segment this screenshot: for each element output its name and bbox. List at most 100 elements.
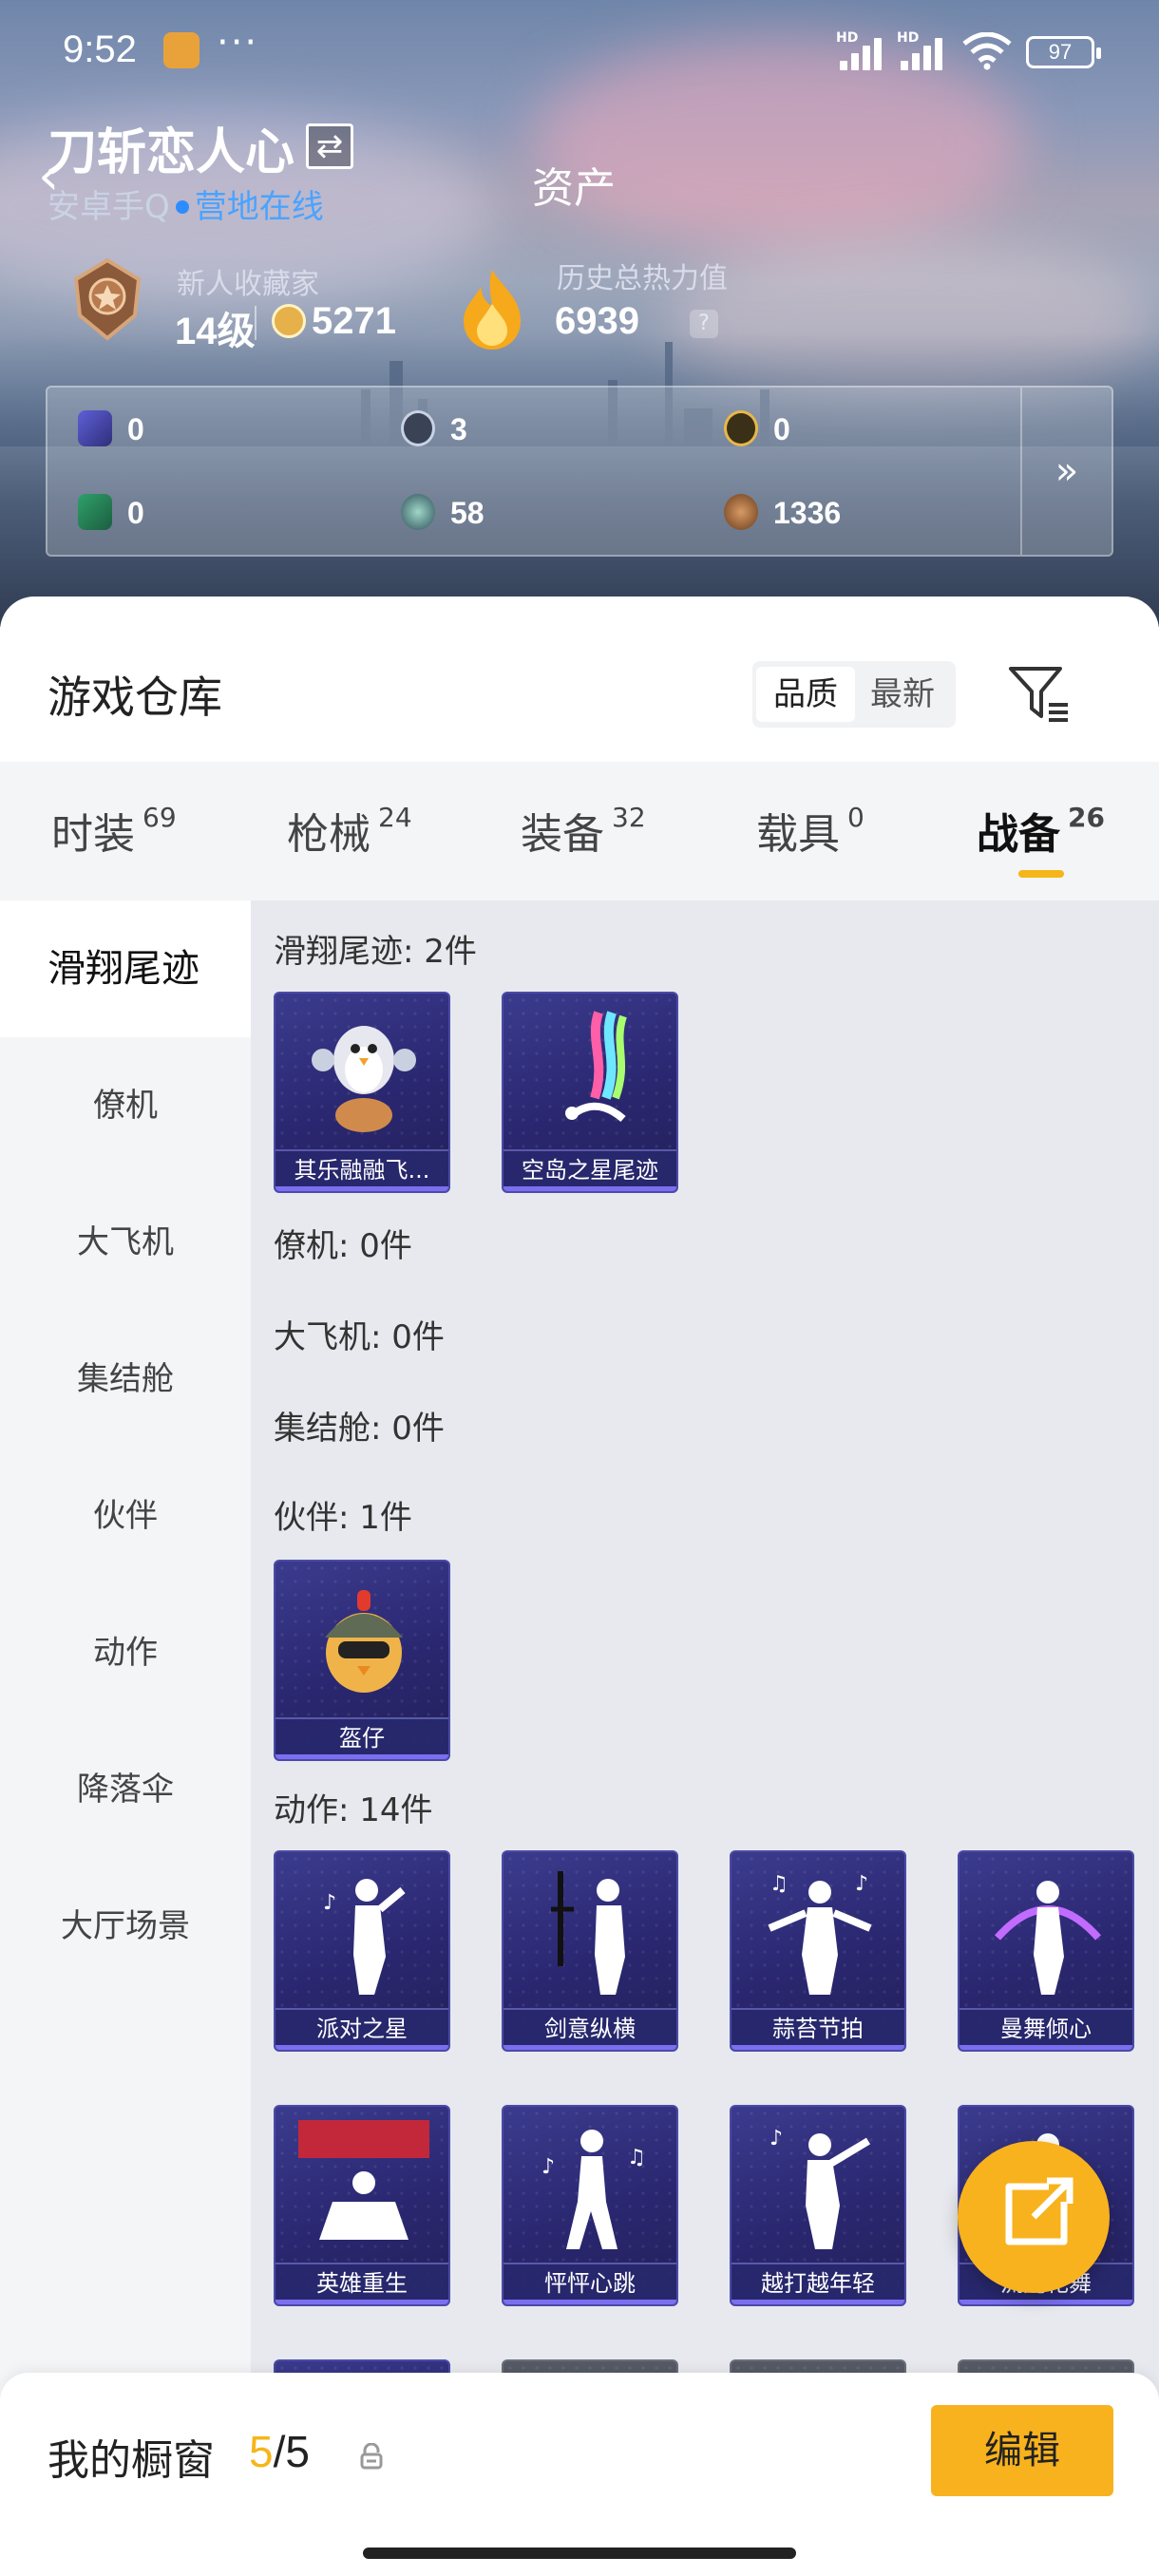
rank-title: 新人收藏家	[177, 268, 319, 301]
tab-battle-prep[interactable]: 战备 26	[977, 800, 1105, 861]
tab-firearms[interactable]: 枪械 24	[287, 800, 412, 861]
wifi-icon	[962, 32, 1012, 70]
page-title: 资产	[532, 164, 616, 213]
player-name: 刀斩恋人心	[48, 124, 295, 181]
item-card[interactable]: 空岛之星尾迹	[502, 992, 678, 1193]
sort-toggle: 品质 最新	[752, 661, 956, 728]
tab-count: 26	[1068, 802, 1105, 833]
active-tab-indicator	[1018, 870, 1064, 878]
tab-count: 69	[142, 802, 177, 833]
helmet-chick-art	[325, 1590, 403, 1693]
sidebar-item-parachute[interactable]: 降落伞	[0, 1721, 251, 1858]
tab-fashion[interactable]: 时装 69	[51, 800, 177, 861]
emote-silhouette-art: ♫ ♪	[768, 1872, 872, 1995]
emote-silhouette-art: ♪	[323, 1879, 406, 1995]
expand-currencies-icon[interactable]: »	[1020, 388, 1112, 555]
battery-indicator: 97	[1026, 36, 1101, 68]
emote-silhouette-art	[298, 2120, 429, 2240]
showcase-count-current: 5	[249, 2427, 274, 2476]
item-card[interactable]: 剑意纵横	[502, 1850, 678, 2052]
sidebar-item-assembly-pod[interactable]: 集结舱	[0, 1311, 251, 1448]
showcase-count: 5/5	[249, 2426, 310, 2477]
home-indicator[interactable]	[363, 2548, 796, 2559]
tab-label: 枪械	[287, 810, 370, 859]
item-name: 剑意纵横	[504, 2008, 676, 2050]
item-card[interactable]: 曼舞倾心	[958, 1850, 1134, 2052]
section-title: 动作: 14件	[274, 1791, 433, 1829]
sidebar-item-lobby-scene[interactable]: 大厅场景	[0, 1858, 251, 1995]
svg-text:♫: ♫	[770, 1872, 788, 1896]
platform-label: 安卓手Q	[48, 188, 170, 226]
player-level: 14级	[175, 311, 256, 352]
more-notifications-icon: ···	[217, 21, 259, 65]
collection-coin-icon	[272, 304, 306, 338]
tab-equipment[interactable]: 装备 32	[521, 800, 646, 861]
sort-by-newest-button[interactable]: 最新	[853, 667, 952, 722]
sort-by-quality-button[interactable]: 品质	[756, 667, 855, 722]
heat-flame-icon	[464, 270, 521, 350]
section-title: 大飞机: 0件	[274, 1318, 445, 1356]
item-card[interactable]: 其乐融融飞...	[274, 992, 450, 1193]
svg-text:♪: ♪	[542, 2155, 555, 2179]
subcategory-sidebar: 滑翔尾迹 僚机 大飞机 集结舱 伙伴 动作 降落伞 大厅场景	[0, 900, 251, 2411]
item-card[interactable]: ♪ 派对之星	[274, 1850, 450, 2052]
sidebar-item-glide-trail[interactable]: 滑翔尾迹	[0, 900, 251, 1037]
tab-label: 时装	[51, 810, 135, 859]
item-name: 英雄重生	[276, 2263, 448, 2304]
sidebar-item-plane[interactable]: 大飞机	[0, 1174, 251, 1311]
heat-label: 历史总热力值	[557, 262, 728, 295]
item-name: 蒜苔节拍	[732, 2008, 904, 2050]
emote-silhouette-art	[551, 1871, 625, 1995]
item-card[interactable]: ♪ 越打越年轻	[730, 2105, 906, 2306]
item-card[interactable]: 盔仔	[274, 1560, 450, 1761]
signal-icon	[901, 32, 958, 70]
item-name: 派对之星	[276, 2008, 448, 2050]
item-name: 越打越年轻	[732, 2263, 904, 2304]
tab-label: 载具	[756, 810, 840, 859]
tab-label: 战备	[977, 810, 1060, 859]
item-name: 其乐融融飞...	[276, 1149, 448, 1191]
section-title: 僚机: 0件	[274, 1227, 412, 1265]
svg-text:♪: ♪	[855, 1872, 868, 1896]
sidebar-item-wingman[interactable]: 僚机	[0, 1037, 251, 1174]
svg-text:♪: ♪	[323, 1891, 336, 1915]
player-subline: 安卓手Q 营地在线	[48, 180, 324, 227]
help-icon[interactable]: ?	[690, 310, 718, 338]
tab-count: 32	[612, 802, 646, 833]
status-bar: 9:52 ··· HD HD 97	[0, 0, 1159, 104]
notification-app-icon	[163, 32, 200, 68]
penguin-glider-art	[312, 1026, 416, 1132]
item-card[interactable]: ♫ ♪ 蒜苔节拍	[730, 1850, 906, 2052]
divider	[255, 306, 256, 340]
item-card[interactable]: ♪ ♫ 怦怦心跳	[502, 2105, 678, 2306]
warehouse-title: 游戏仓库	[48, 672, 222, 723]
svg-text:♫: ♫	[627, 2146, 646, 2169]
item-name: 盔仔	[276, 1717, 448, 1759]
sidebar-item-buddy[interactable]: 伙伴	[0, 1448, 251, 1584]
tab-count: 0	[847, 802, 864, 833]
category-tabs: 时装 69 枪械 24 装备 32 载具 0 战备 26	[0, 762, 1159, 900]
section-title: 滑翔尾迹: 2件	[274, 933, 477, 971]
status-time: 9:52	[63, 28, 137, 70]
lock-icon	[360, 2443, 383, 2470]
sidebar-item-emote[interactable]: 动作	[0, 1584, 251, 1721]
gold-token-icon	[724, 410, 758, 446]
collector-rank-badge-icon	[73, 257, 142, 341]
edit-showcase-button[interactable]: 编辑	[931, 2405, 1113, 2496]
switch-account-icon[interactable]: ⇄	[306, 123, 353, 169]
rainbow-trail-art	[565, 1011, 627, 1123]
tab-label: 装备	[521, 810, 604, 859]
item-card[interactable]: 英雄重生	[274, 2105, 450, 2306]
item-name: 怦怦心跳	[504, 2263, 676, 2304]
share-button[interactable]	[958, 2141, 1110, 2293]
currency-panel: 0 3 0 0 58 1336 »	[46, 386, 1113, 557]
tab-count: 24	[378, 802, 412, 833]
online-status: 营地在线	[194, 188, 324, 226]
tab-vehicles[interactable]: 载具 0	[756, 800, 864, 861]
collection-points: 5271	[312, 300, 396, 342]
bronze-coin-icon	[724, 494, 758, 530]
filter-icon[interactable]	[1005, 663, 1072, 726]
svg-text:♪: ♪	[770, 2127, 783, 2150]
share-export-icon	[1005, 2177, 1074, 2245]
signal-icon	[840, 32, 897, 70]
